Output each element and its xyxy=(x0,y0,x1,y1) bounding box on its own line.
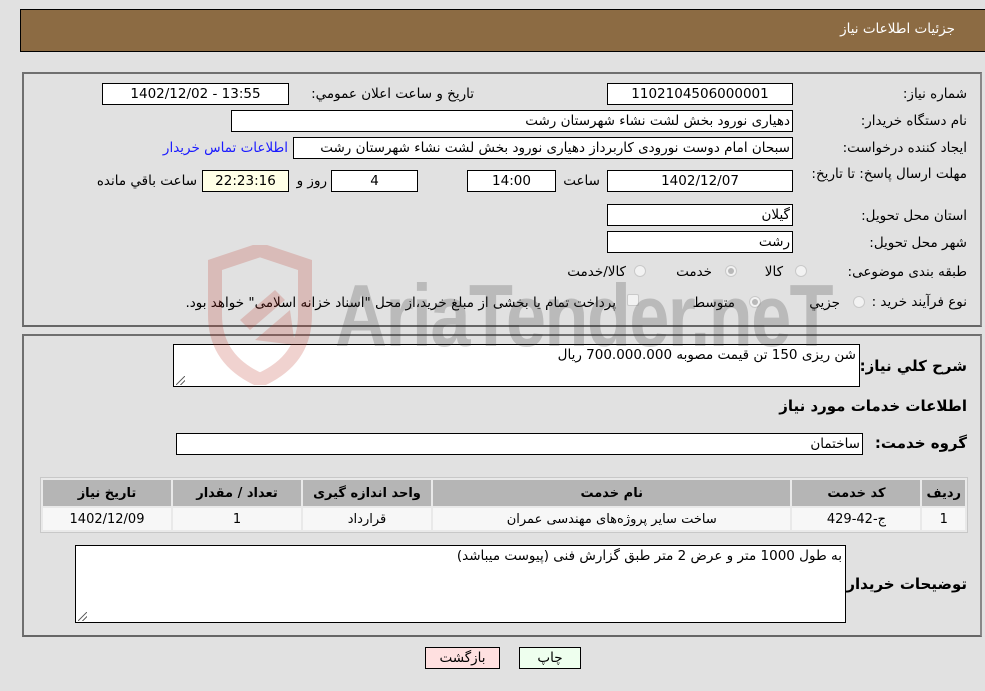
remaining-time-label: ساعت باقي مانده xyxy=(96,173,197,189)
service-group-field[interactable]: ساختمان xyxy=(176,433,863,455)
days-label: روز و xyxy=(296,173,327,189)
process-minor-radio[interactable] xyxy=(853,296,865,308)
summary-text: شن ریزی 150 تن قیمت مصوبه 700.000.000 ری… xyxy=(557,347,856,363)
col-unit: واحد اندازه گيری xyxy=(303,480,431,506)
resize-grip-icon[interactable] xyxy=(78,612,87,621)
buyer-notes-textarea[interactable]: به طول 1000 متر و عرض 2 متر طبق گزارش فن… xyxy=(75,545,846,623)
col-service-code: کد خدمت xyxy=(792,480,921,506)
buyer-org-field[interactable]: دهیاری نورود بخش لشت نشاء شهرستان رشت xyxy=(231,110,793,132)
process-minor-label: جزيي xyxy=(809,295,840,311)
days-remaining-field[interactable]: 4 xyxy=(331,170,418,192)
process-medium-label: متوسط xyxy=(692,295,735,311)
announce-datetime-field[interactable]: 1402/12/02 - 13:55 xyxy=(102,83,289,105)
page-header: جزئيات اطلاعات نياز xyxy=(20,9,985,52)
table-row: 1 ج-42-429 ساخت سایر پروژه‌های مهندسی عم… xyxy=(43,508,965,530)
creator-field[interactable]: سبحان امام دوست نورودی کاربرداز دهیاری ن… xyxy=(293,137,793,159)
col-row-number: رديف xyxy=(922,480,965,506)
province-field[interactable]: گيلان xyxy=(607,204,793,226)
process-medium-radio[interactable] xyxy=(749,296,761,308)
cell-service-name: ساخت سایر پروژه‌های مهندسی عمران xyxy=(433,508,791,530)
need-number-label: شماره نياز: xyxy=(902,86,967,102)
buyer-contact-link[interactable]: اطلاعات تماس خريدار xyxy=(163,140,288,156)
province-label: استان محل تحويل: xyxy=(861,208,967,224)
service-group-label: گروه خدمت: xyxy=(874,434,967,452)
category-label: طبقه بندی موضوعی: xyxy=(847,264,967,280)
deadline-time-label: ساعت xyxy=(563,173,600,189)
remaining-time-field[interactable]: 22:23:16 xyxy=(202,170,289,192)
city-field[interactable]: رشت xyxy=(607,231,793,253)
category-goods-radio[interactable] xyxy=(795,265,807,277)
summary-textarea[interactable]: شن ریزی 150 تن قیمت مصوبه 700.000.000 ری… xyxy=(173,344,860,387)
process-label: نوع فرآيند خريد : xyxy=(871,294,967,310)
table-header-row: رديف کد خدمت نام خدمت واحد اندازه گيری ت… xyxy=(43,480,965,506)
buyer-notes-text: به طول 1000 متر و عرض 2 متر طبق گزارش فن… xyxy=(456,548,842,564)
deadline-date-field[interactable]: 1402/12/07 xyxy=(607,170,793,192)
cell-row-number: 1 xyxy=(922,508,965,530)
deadline-time-field[interactable]: 14:00 xyxy=(467,170,556,192)
services-heading: اطلاعات خدمات مورد نياز xyxy=(779,397,967,415)
category-goods-service-label: کالا/خدمت xyxy=(567,264,626,280)
need-number-field[interactable]: 1102104506000001 xyxy=(607,83,793,105)
col-service-name: نام خدمت xyxy=(433,480,791,506)
col-quantity: تعداد / مقدار xyxy=(173,480,301,506)
cell-need-date: 1402/12/09 xyxy=(43,508,171,530)
category-service-radio[interactable] xyxy=(725,265,737,277)
cell-quantity: 1 xyxy=(173,508,301,530)
resize-grip-icon[interactable] xyxy=(176,376,185,385)
category-goods-service-radio[interactable] xyxy=(634,265,646,277)
buyer-org-label: نام دستگاه خريدار: xyxy=(860,113,967,129)
back-button[interactable]: بازگشت xyxy=(425,647,500,669)
treasury-note: پرداخت تمام يا بخشی از مبلغ خريد،از محل … xyxy=(185,295,616,311)
print-button[interactable]: چاپ xyxy=(519,647,581,669)
services-table: رديف کد خدمت نام خدمت واحد اندازه گيری ت… xyxy=(40,477,968,533)
city-label: شهر محل تحويل: xyxy=(869,235,967,251)
buyer-notes-label: توضيحات خريدار: xyxy=(840,575,967,593)
deadline-label: مهلت ارسال پاسخ: تا تاريخ: xyxy=(811,166,967,182)
col-need-date: تاريخ نياز xyxy=(43,480,171,506)
category-service-label: خدمت xyxy=(676,264,712,280)
treasury-checkbox[interactable] xyxy=(627,294,639,306)
announce-label: تاريخ و ساعت اعلان عمومي: xyxy=(311,86,474,102)
cell-service-code: ج-42-429 xyxy=(792,508,921,530)
page-title: جزئيات اطلاعات نياز xyxy=(840,21,955,37)
creator-label: ايجاد کننده درخواست: xyxy=(842,140,967,156)
category-goods-label: کالا xyxy=(764,264,783,280)
summary-label: شرح کلي نياز: xyxy=(859,357,967,375)
cell-unit: قرارداد xyxy=(303,508,431,530)
